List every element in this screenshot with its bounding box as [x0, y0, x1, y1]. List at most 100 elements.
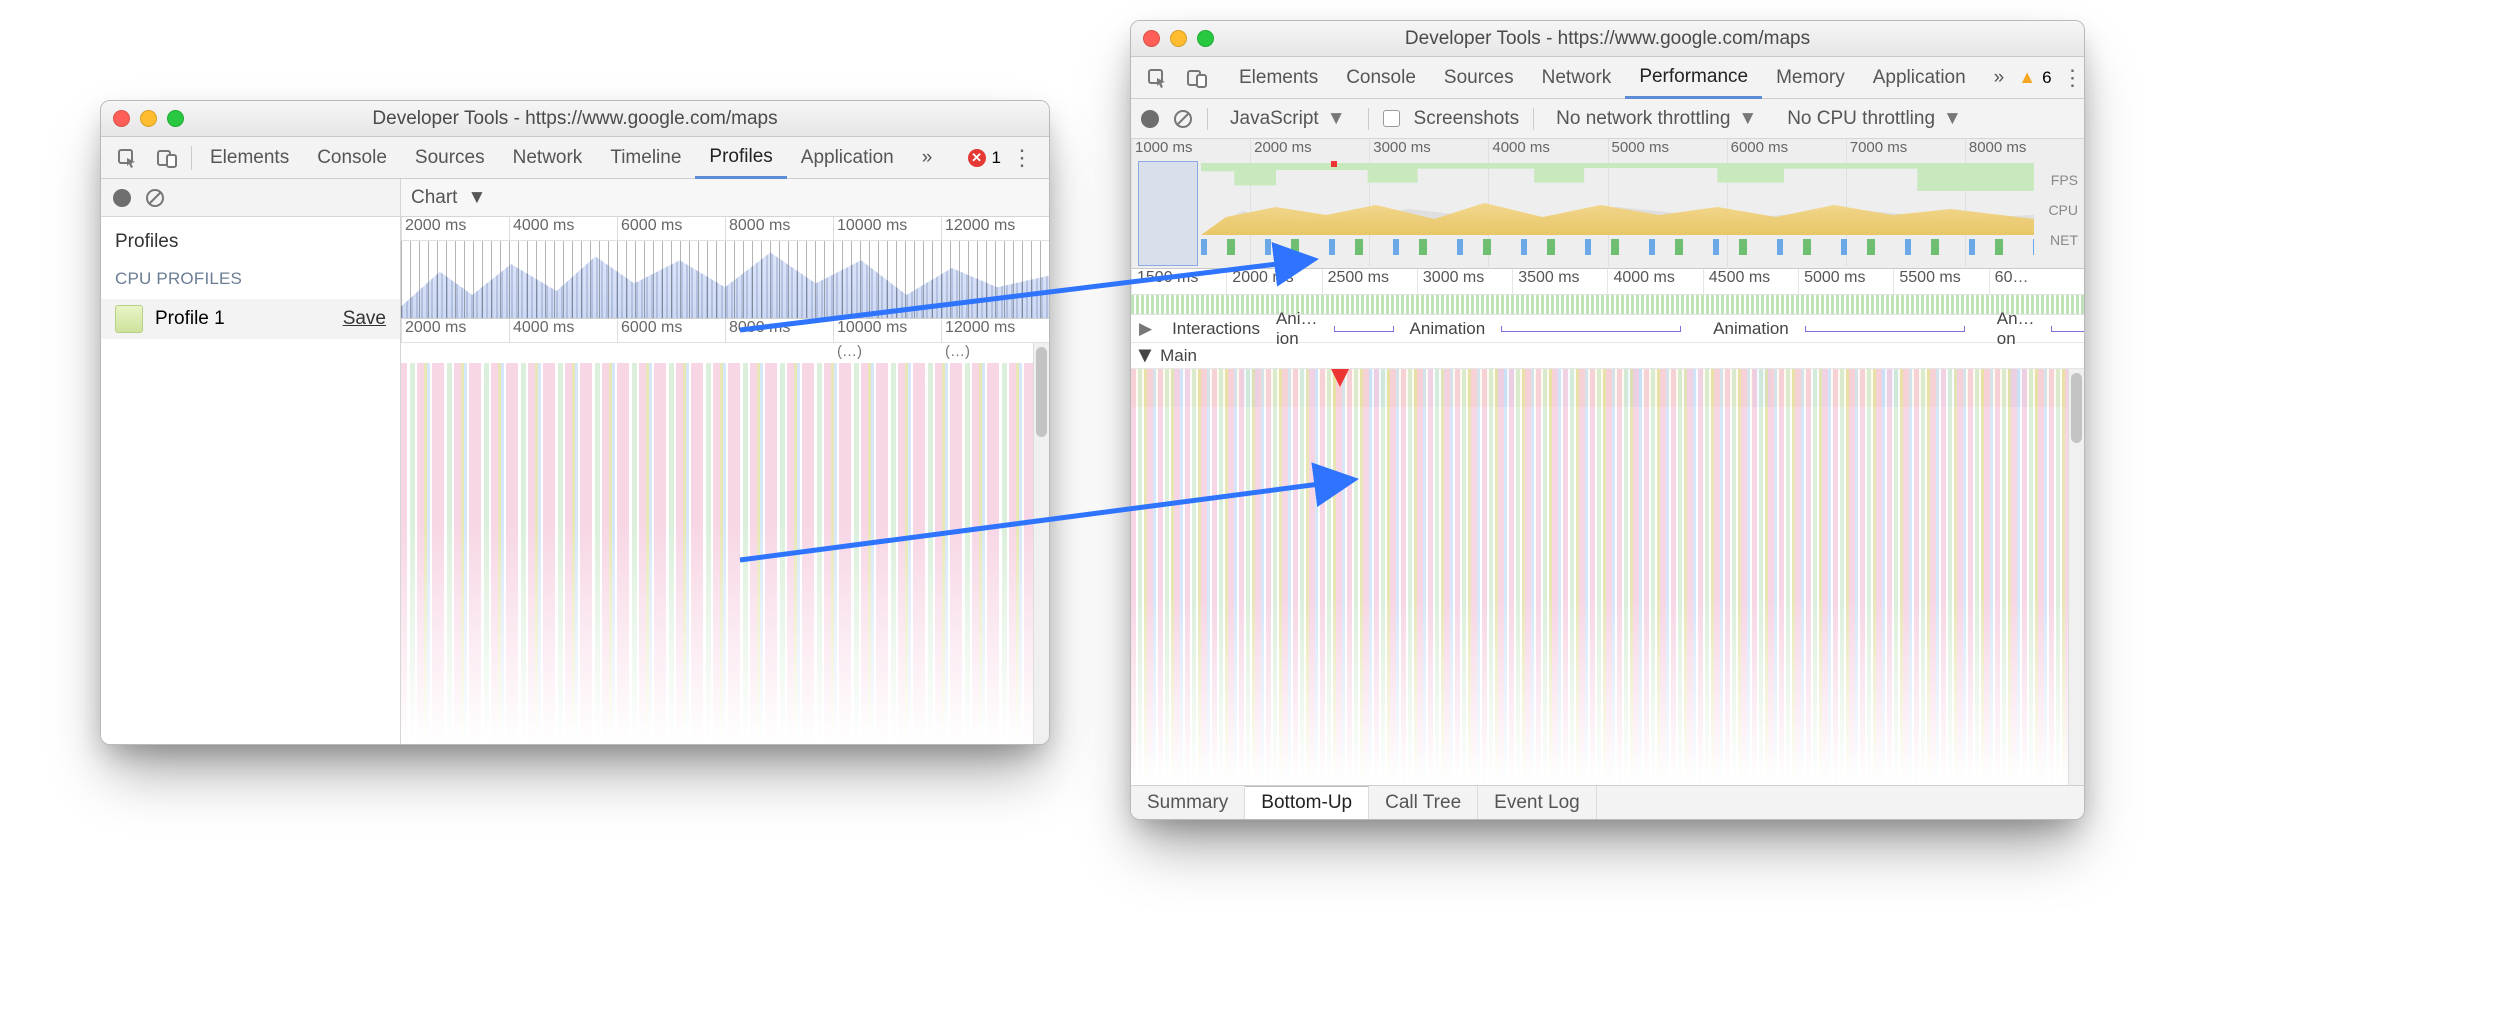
toggle-device-icon[interactable]: [1177, 68, 1217, 88]
tab-application[interactable]: Application: [787, 137, 908, 178]
window-controls: [113, 110, 184, 127]
chart-view-label: Chart: [411, 187, 457, 209]
inspect-element-icon[interactable]: [1137, 68, 1177, 88]
tab-console[interactable]: Console: [303, 137, 401, 178]
overview-selection[interactable]: [1138, 161, 1198, 266]
disclosure-right-icon[interactable]: ▶: [1139, 319, 1152, 339]
profile-name: Profile 1: [155, 308, 225, 330]
tab-elements[interactable]: Elements: [1225, 57, 1332, 98]
axis-tick: 4000 ms: [509, 217, 617, 240]
frames-track[interactable]: [1131, 295, 2084, 315]
tab-memory[interactable]: Memory: [1762, 57, 1859, 98]
profile-list-item[interactable]: Profile 1 Save: [101, 299, 400, 339]
animation-range: [1501, 326, 1681, 332]
more-menu-icon[interactable]: ⋮: [2052, 65, 2085, 91]
axis-tick: 2500 ms: [1322, 269, 1417, 294]
animation-range: [2051, 326, 2085, 332]
axis-tick: 4500 ms: [1703, 269, 1798, 294]
detail-time-axis: 1500 ms 2000 ms 2500 ms 3000 ms 3500 ms …: [1131, 269, 2084, 295]
tab-sources[interactable]: Sources: [1430, 57, 1528, 98]
cpu-overview-chart[interactable]: [401, 241, 1049, 319]
caret-down-icon: ▼: [1943, 108, 1962, 130]
record-button[interactable]: [1141, 110, 1159, 128]
network-throttle-dropdown[interactable]: No network throttling ▼: [1548, 106, 1765, 132]
record-button[interactable]: [113, 189, 131, 207]
tab-profiles[interactable]: Profiles: [695, 137, 786, 179]
animation-label: Animation: [1713, 319, 1789, 339]
profile-save-link[interactable]: Save: [343, 308, 386, 330]
separator: [1533, 108, 1534, 130]
main-label: Main: [1160, 346, 1197, 366]
disclosure-down-icon[interactable]: ▶: [1136, 349, 1156, 362]
tab-network[interactable]: Network: [1528, 57, 1626, 98]
main-thread-row-header[interactable]: ▶ Main: [1131, 343, 2084, 369]
zoom-window-button[interactable]: [167, 110, 184, 127]
axis-tick: 2000 ms: [1226, 269, 1321, 294]
clear-icon[interactable]: [1173, 109, 1193, 129]
axis-tick: 6000 ms: [1727, 139, 1846, 161]
tab-sources[interactable]: Sources: [401, 137, 499, 178]
caret-down-icon: ▼: [1738, 108, 1757, 130]
vertical-scrollbar[interactable]: [1033, 343, 1049, 744]
dropdown-label: JavaScript: [1230, 108, 1319, 130]
axis-tick: 8000 ms: [1965, 139, 2084, 161]
cpu-label: CPU: [2048, 195, 2078, 225]
tab-elements[interactable]: Elements: [196, 137, 303, 178]
interactions-label: Interactions: [1172, 319, 1260, 339]
animation-range: [1334, 326, 1394, 332]
vertical-scrollbar[interactable]: [2068, 369, 2084, 785]
profiles-body: Profiles CPU PROFILES Profile 1 Save Cha…: [101, 179, 1049, 744]
window-title: Developer Tools - https://www.google.com…: [101, 108, 1049, 130]
tab-network[interactable]: Network: [499, 137, 597, 178]
screenshots-label: Screenshots: [1414, 108, 1520, 130]
tab-application[interactable]: Application: [1859, 57, 1980, 98]
tabs-overflow[interactable]: »: [1980, 57, 2019, 98]
fps-label: FPS: [2048, 165, 2078, 195]
tab-timeline[interactable]: Timeline: [596, 137, 695, 178]
axis-tick: 5000 ms: [1608, 139, 1727, 161]
main-flame-chart[interactable]: [1131, 369, 2084, 785]
inspect-element-icon[interactable]: [107, 148, 147, 168]
cpu-throttle-dropdown[interactable]: No CPU throttling ▼: [1779, 106, 1970, 132]
titlebar[interactable]: Developer Tools - https://www.google.com…: [1131, 21, 2084, 57]
tabs-overflow[interactable]: »: [908, 137, 947, 178]
tab-performance[interactable]: Performance: [1625, 57, 1762, 99]
axis-tick: 6000 ms: [617, 319, 725, 342]
caret-down-icon: ▼: [467, 187, 486, 209]
tab-bottom-up[interactable]: Bottom-Up: [1245, 786, 1369, 819]
window-controls: [1143, 30, 1214, 47]
zoom-window-button[interactable]: [1197, 30, 1214, 47]
minimize-window-button[interactable]: [140, 110, 157, 127]
error-badge[interactable]: ✕ 1: [968, 148, 1001, 168]
sidebar-section-cpu: CPU PROFILES: [101, 263, 400, 299]
tab-event-log[interactable]: Event Log: [1478, 786, 1597, 819]
titlebar[interactable]: Developer Tools - https://www.google.com…: [101, 101, 1049, 137]
tab-call-tree[interactable]: Call Tree: [1369, 786, 1478, 819]
axis-tick: 8000 ms: [725, 217, 833, 240]
separator: [1207, 108, 1208, 130]
axis-tick: 1000 ms: [1131, 139, 1250, 161]
screenshots-checkbox[interactable]: [1383, 110, 1400, 127]
truncated-label: (…): [833, 343, 941, 363]
interactions-row[interactable]: ▶ Interactions Ani…ion Animation Animati…: [1131, 315, 2084, 343]
close-window-button[interactable]: [113, 110, 130, 127]
tab-summary[interactable]: Summary: [1131, 786, 1245, 819]
axis-tick: 60…: [1989, 269, 2084, 294]
sidebar-toolbar: [101, 179, 400, 217]
tab-console[interactable]: Console: [1332, 57, 1430, 98]
close-window-button[interactable]: [1143, 30, 1160, 47]
minimize-window-button[interactable]: [1170, 30, 1187, 47]
capture-type-dropdown[interactable]: JavaScript ▼: [1222, 106, 1354, 132]
cpu-track: [1201, 195, 2034, 235]
chart-view-dropdown[interactable]: Chart ▼: [401, 179, 1049, 217]
warning-badge[interactable]: ▲ 6: [2018, 67, 2051, 88]
overview-strip[interactable]: 1000 ms 2000 ms 3000 ms 4000 ms 5000 ms …: [1131, 139, 2084, 269]
animation-label: Animation: [1410, 319, 1486, 339]
performance-body: 1000 ms 2000 ms 3000 ms 4000 ms 5000 ms …: [1131, 139, 2084, 819]
clear-icon[interactable]: [145, 188, 165, 208]
flame-chart[interactable]: (…) (…): [401, 343, 1049, 744]
window-title: Developer Tools - https://www.google.com…: [1131, 28, 2084, 50]
more-menu-icon[interactable]: ⋮: [1001, 145, 1043, 171]
overview-time-axis: 1000 ms 2000 ms 3000 ms 4000 ms 5000 ms …: [1131, 139, 2084, 161]
toggle-device-icon[interactable]: [147, 148, 187, 168]
